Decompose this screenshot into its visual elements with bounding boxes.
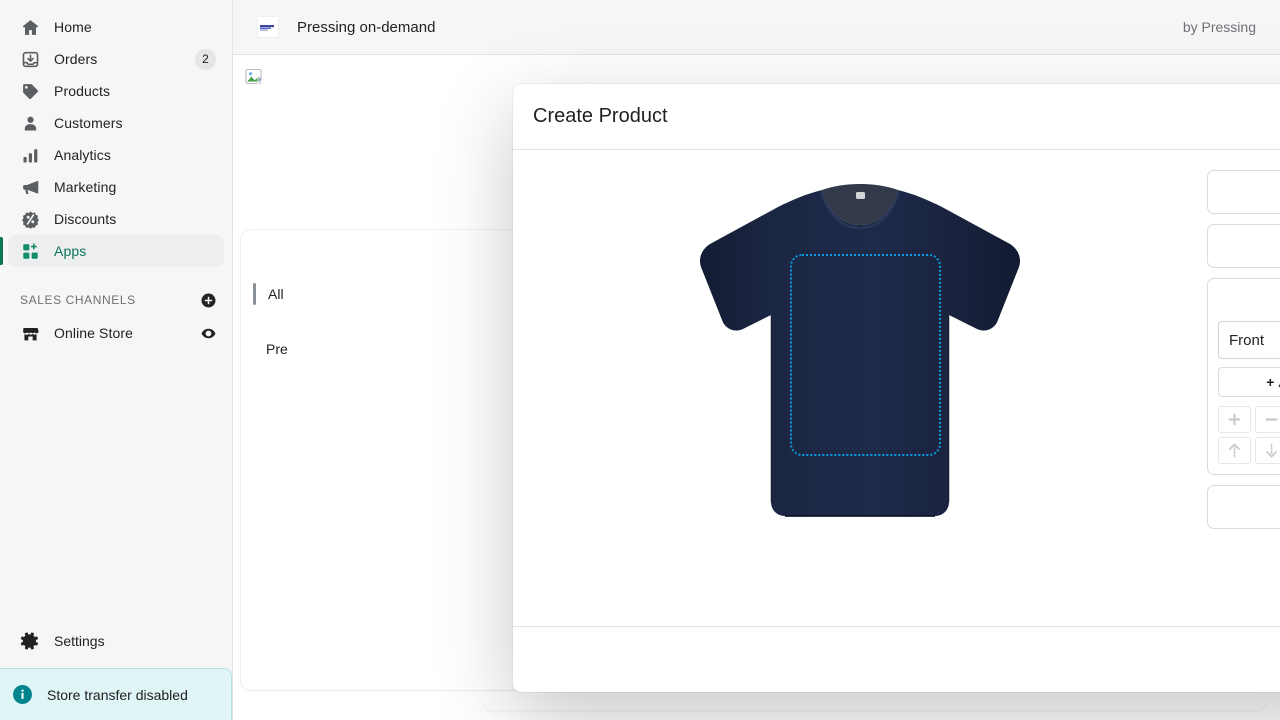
analytics-bars-icon — [20, 145, 40, 165]
sidebar-item-label: Analytics — [54, 147, 111, 163]
store-transfer-banner[interactable]: Store transfer disabled — [0, 668, 232, 720]
marketing-megaphone-icon — [20, 177, 40, 197]
plus-icon: + — [1266, 374, 1275, 390]
sidebar-item-label: Products — [54, 83, 111, 99]
storefront-icon — [20, 323, 40, 343]
sales-channels-title: SALES CHANNELS — [20, 293, 136, 307]
panel-add-text-header[interactable]: Add Text — [1208, 225, 1280, 267]
sidebar-item-label: Customers — [54, 115, 123, 131]
image-tool-grid — [1218, 406, 1280, 464]
orders-count-badge: 2 — [195, 48, 216, 70]
background-tab-label: All — [268, 286, 284, 302]
print-area-outline[interactable] — [790, 254, 941, 456]
panel-size-header[interactable]: Size — [1208, 486, 1280, 528]
app-author: by Pressing — [1182, 19, 1256, 35]
sidebar-nav: Home Orders 2 Products Customers Analyti… — [0, 0, 232, 267]
sidebar-item-analytics[interactable]: Analytics — [8, 139, 224, 171]
sidebar-item-marketing[interactable]: Marketing — [8, 171, 224, 203]
sales-channels-header: SALES CHANNELS — [8, 287, 224, 313]
product-preview-pane[interactable] — [513, 150, 1207, 626]
add-another-image-button[interactable]: + Add Another Image — [1218, 367, 1280, 397]
sidebar-item-home[interactable]: Home — [8, 11, 224, 43]
panel-add-images: Add Images Front — [1207, 278, 1280, 475]
info-circle-icon — [12, 684, 33, 705]
sidebar-item-customers[interactable]: Customers — [8, 107, 224, 139]
tool-panels: Aspects Add Text — [1207, 150, 1280, 626]
background-row-label: Pre — [266, 341, 288, 357]
app-root: Home Orders 2 Products Customers Analyti… — [0, 0, 1280, 720]
background-tabbar: All — [253, 283, 284, 305]
broken-image-icon — [245, 67, 265, 87]
sidebar-item-discounts[interactable]: Discounts — [8, 203, 224, 235]
panel-aspects: Aspects — [1207, 170, 1280, 214]
sidebar-item-label: Apps — [54, 243, 87, 259]
sidebar-item-label: Home — [54, 19, 92, 35]
products-tag-icon — [20, 81, 40, 101]
apps-grid-icon — [20, 241, 40, 261]
sidebar-item-apps[interactable]: Apps — [0, 235, 224, 267]
sidebar-item-orders[interactable]: Orders 2 — [8, 43, 224, 75]
sidebar-item-label: Online Store — [54, 325, 134, 341]
background-card-bottom — [483, 700, 1266, 710]
plus-circle-icon[interactable] — [200, 292, 217, 309]
customers-person-icon — [20, 113, 40, 133]
store-transfer-label: Store transfer disabled — [47, 686, 188, 703]
modal-body: Aspects Add Text — [513, 150, 1280, 626]
orders-inbox-icon — [20, 49, 40, 69]
move-up-icon[interactable] — [1218, 437, 1252, 464]
tab-marker — [253, 283, 256, 305]
eye-icon[interactable] — [200, 325, 217, 342]
main-area: Pressing on-demand by Pressing All Pre C… — [233, 0, 1280, 720]
zoom-in-icon[interactable] — [1218, 406, 1252, 433]
sidebar-item-settings[interactable]: Settings — [8, 624, 224, 658]
modal-title: Create Product — [533, 105, 668, 127]
sidebar-item-products[interactable]: Products — [8, 75, 224, 107]
panel-add-text: Add Text — [1207, 224, 1280, 268]
image-side-value: Front — [1229, 331, 1265, 349]
sidebar-item-label: Orders — [54, 51, 98, 67]
app-topbar: Pressing on-demand by Pressing — [233, 0, 1280, 55]
app-title: Pressing on-demand — [297, 18, 436, 36]
panel-add-images-body: Front + Add Another Image — [1208, 321, 1280, 474]
create-product-modal: Create Product Front + — [513, 84, 1280, 692]
image-side-select[interactable]: Front — [1218, 321, 1280, 359]
discounts-percent-icon — [20, 209, 40, 229]
panel-add-images-header[interactable]: Add Images — [1208, 279, 1280, 321]
gear-icon — [20, 631, 40, 651]
panel-size: Size — [1207, 485, 1280, 529]
sidebar: Home Orders 2 Products Customers Analyti… — [0, 0, 233, 720]
modal-header: Create Product — [513, 84, 1280, 150]
move-down-icon[interactable] — [1255, 437, 1280, 464]
home-icon — [20, 17, 40, 37]
sidebar-item-label: Discounts — [54, 211, 117, 227]
settings-label: Settings — [54, 633, 105, 649]
app-logo-icon — [257, 16, 279, 38]
sidebar-item-online-store[interactable]: Online Store — [8, 317, 224, 349]
sidebar-item-label: Marketing — [54, 179, 117, 195]
tshirt-preview[interactable] — [670, 172, 1050, 572]
panel-aspects-header[interactable]: Aspects — [1208, 171, 1280, 213]
modal-footer: Cancel Next — [513, 626, 1280, 692]
zoom-out-icon[interactable] — [1255, 406, 1280, 433]
